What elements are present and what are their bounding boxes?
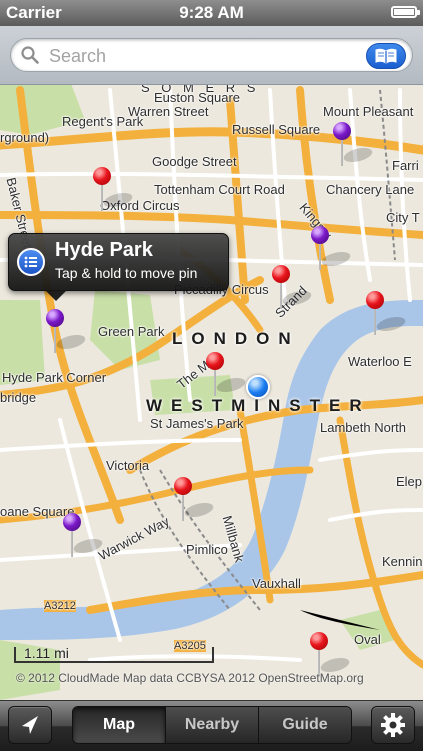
map-pin-red[interactable] [206, 352, 250, 402]
map-pin-red[interactable] [93, 167, 137, 217]
bookmarks-button[interactable] [366, 43, 406, 69]
label-goodge: Goodge Street [152, 154, 237, 169]
bookmarks-icon [375, 48, 397, 64]
map-pin-red[interactable] [366, 291, 410, 341]
district-london: LONDON [172, 329, 300, 348]
label-euston: Euston Square [154, 90, 241, 105]
list-icon [24, 256, 37, 268]
current-location-dot[interactable] [246, 375, 270, 399]
map-scale-label: 1.11 mi [24, 645, 69, 661]
gear-icon [381, 713, 405, 737]
label-pimlico: Pimlico [186, 542, 228, 557]
district-westminster: WESTMINSTER [146, 396, 371, 415]
callout-detail-button[interactable] [17, 248, 45, 276]
bottom-toolbar: Map Nearby Guide [0, 700, 423, 751]
label-mountpleasant: Mount Pleasant [323, 104, 414, 119]
map-pin-purple[interactable] [333, 122, 377, 172]
pin-callout[interactable]: Hyde Park Tap & hold to move pin [8, 233, 229, 301]
search-bar [0, 26, 423, 85]
map-pin-red[interactable] [272, 265, 316, 315]
locate-button[interactable] [8, 706, 52, 744]
tab-map[interactable]: Map [73, 707, 166, 743]
label-elep: Elep [396, 474, 423, 489]
label-victoria: Victoria [106, 458, 150, 473]
map-attribution: © 2012 CloudMade Map data CCBYSA 2012 Op… [16, 671, 364, 685]
tab-nearby[interactable]: Nearby [166, 707, 259, 743]
settings-button[interactable] [371, 706, 415, 744]
label-waterloo: Waterloo E [348, 354, 412, 369]
location-arrow-icon [22, 716, 38, 734]
label-russell: Russell Square [232, 122, 321, 137]
map-view[interactable]: S O M E R S Euston Square Warren Street … [0, 84, 423, 700]
label-bridge: bridge [0, 390, 37, 405]
search-field[interactable] [10, 38, 413, 72]
label-farring: Farri [392, 158, 419, 173]
label-oval: Oval [354, 632, 381, 647]
search-input[interactable] [47, 43, 371, 69]
status-bar: Carrier 9:28 AM [0, 0, 423, 26]
tab-guide[interactable]: Guide [259, 707, 351, 743]
label-kenn: Kennin [382, 554, 423, 569]
label-vauxhall: Vauxhall [252, 576, 301, 591]
label-tottenham: Tottenham Court Road [154, 182, 285, 197]
label-green: Green Park [98, 324, 165, 339]
label-hpc: Hyde Park Corner [2, 370, 107, 385]
map-pin-purple[interactable] [63, 513, 107, 563]
search-icon [21, 46, 39, 64]
label-erground: rground) [0, 130, 50, 145]
label-city: City T [386, 210, 420, 225]
clock: 9:28 AM [179, 3, 244, 22]
view-segmented-control[interactable]: Map Nearby Guide [72, 706, 352, 744]
callout-subtitle: Tap & hold to move pin [55, 265, 198, 281]
map-pin-red[interactable] [174, 477, 218, 527]
label-chancery: Chancery Lane [326, 182, 415, 197]
callout-title: Hyde Park [55, 239, 153, 261]
map-pin-purple[interactable] [311, 226, 355, 276]
label-jamespark: St James's Park [150, 416, 244, 431]
battery-icon [391, 6, 420, 18]
label-lambeth: Lambeth North [320, 420, 406, 435]
label-a3212: A3212 [44, 600, 76, 612]
label-regents: Regent's Park [62, 114, 144, 129]
map-pin-purple-selected[interactable] [46, 309, 90, 359]
